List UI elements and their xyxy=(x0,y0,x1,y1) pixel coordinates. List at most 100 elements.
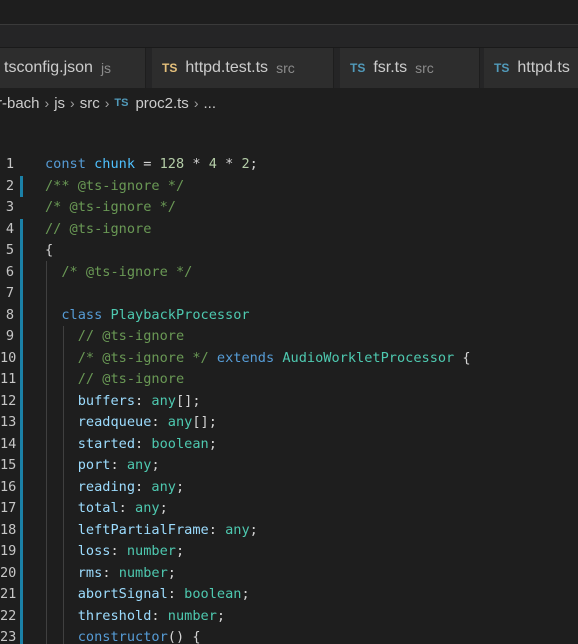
modified-line-indicator[interactable] xyxy=(20,433,23,455)
modified-line-indicator[interactable] xyxy=(20,476,23,498)
title-strip xyxy=(0,25,578,48)
line-number: 12 xyxy=(0,392,17,409)
editor-tab-bar: tsconfig.json js TS httpd.test.ts src TS… xyxy=(0,48,578,88)
code-token: any xyxy=(225,521,250,538)
code-line[interactable]: 4 // @ts-ignore xyxy=(0,218,578,240)
line-number: 3 xyxy=(5,199,14,215)
code-token: : xyxy=(135,478,152,495)
code-token: : xyxy=(151,414,168,430)
code-text: // @ts-ignore xyxy=(45,326,184,348)
chevron-right-icon: › xyxy=(70,95,75,111)
code-line[interactable]: 8 class PlaybackProcessor xyxy=(0,304,578,327)
modified-line-indicator[interactable] xyxy=(20,369,23,391)
modified-line-indicator[interactable] xyxy=(20,218,23,240)
code-line[interactable]: 3 /* @ts-ignore */ xyxy=(0,197,578,219)
code-text: abortSignal: boolean; xyxy=(45,584,250,606)
modified-line-indicator[interactable] xyxy=(20,412,23,434)
modified-line-indicator[interactable] xyxy=(20,283,23,305)
modified-line-indicator[interactable] xyxy=(20,240,23,262)
code-token: : xyxy=(110,543,127,559)
code-line[interactable]: 6 /* @ts-ignore */ xyxy=(0,261,578,284)
typescript-file-icon: TS xyxy=(114,97,129,109)
code-token: PlaybackProcessor xyxy=(110,306,250,323)
line-number: 1 xyxy=(5,156,14,172)
modified-line-indicator[interactable] xyxy=(20,519,23,541)
code-token: []; xyxy=(175,392,201,409)
code-line[interactable]: 23 constructor() { xyxy=(0,627,578,644)
code-text: /* @ts-ignore */ xyxy=(45,262,192,284)
code-line[interactable]: 21 abortSignal: boolean; xyxy=(0,584,578,606)
tab-httpd-ts[interactable]: TS httpd.ts xyxy=(484,48,578,88)
line-number: 13 xyxy=(0,414,17,430)
code-line[interactable]: 2 /** @ts-ignore */ xyxy=(0,175,578,197)
breadcrumb-item-js[interactable]: js xyxy=(54,95,65,112)
breadcrumb-item-file[interactable]: proc2.ts xyxy=(135,95,188,112)
modified-line-indicator[interactable] xyxy=(20,347,23,369)
line-number: 20 xyxy=(0,564,17,581)
code-token: : xyxy=(135,392,152,409)
line-number: 16 xyxy=(0,478,17,495)
code-line[interactable]: 11 // @ts-ignore xyxy=(0,369,578,391)
code-token: any xyxy=(151,392,176,409)
modified-line-indicator[interactable] xyxy=(20,326,23,348)
modified-line-indicator[interactable] xyxy=(20,627,23,644)
line-number: 21 xyxy=(0,586,17,602)
modified-line-indicator[interactable] xyxy=(20,584,23,606)
tab-tsconfig-json[interactable]: tsconfig.json js xyxy=(0,48,146,88)
code-line[interactable]: 19 loss: number; xyxy=(0,541,578,563)
line-number: 17 xyxy=(0,500,17,516)
modified-line-indicator[interactable] xyxy=(20,175,23,197)
code-token: ; xyxy=(249,521,258,538)
code-token: abortSignal xyxy=(77,586,168,602)
breadcrumb-item-symbols[interactable]: ... xyxy=(203,95,216,112)
modified-line-indicator[interactable] xyxy=(20,261,23,283)
code-line[interactable]: 7 xyxy=(0,283,578,305)
modified-line-indicator[interactable] xyxy=(20,541,23,563)
code-token: * xyxy=(184,156,209,172)
code-editor[interactable]: 1 const chunk = 128 * 4 * 2; 2/** @ts-igno… xyxy=(0,118,578,644)
code-line[interactable]: 17 total: any; xyxy=(0,498,578,520)
code-line[interactable]: 14 started: boolean; xyxy=(0,433,578,455)
code-line[interactable]: 12 buffers: any[]; xyxy=(0,390,578,412)
code-line[interactable]: 9 // @ts-ignore xyxy=(0,326,578,348)
modified-line-indicator[interactable] xyxy=(20,390,23,412)
code-token: * xyxy=(216,156,242,172)
modified-line-indicator[interactable] xyxy=(20,498,23,520)
breadcrumb-item-folder[interactable]: r-bach xyxy=(0,95,40,112)
modified-line-indicator[interactable] xyxy=(20,455,23,477)
code-line[interactable]: 10 /* @ts-ignore */ extends AudioWorklet… xyxy=(0,347,578,369)
code-line[interactable]: 5{ xyxy=(0,240,578,262)
breadcrumb-item-src[interactable]: src xyxy=(80,95,100,112)
line-number: 22 xyxy=(0,607,17,624)
code-token: []; xyxy=(192,414,217,430)
code-line[interactable]: 18 leftPartialFrame: any; xyxy=(0,519,578,541)
code-line[interactable]: 20 rms: number; xyxy=(0,562,578,584)
line-number: 15 xyxy=(0,457,17,473)
code-line[interactable]: 1 const chunk = 128 * 4 * 2; xyxy=(0,154,578,176)
tab-description: src xyxy=(276,60,295,76)
code-line[interactable]: 16 reading: any; xyxy=(0,476,578,499)
code-line[interactable]: 15 port: any; xyxy=(0,455,578,477)
code-line[interactable]: 22 threshold: number; xyxy=(0,605,578,627)
typescript-file-icon: TS xyxy=(494,61,510,75)
line-number: 2 xyxy=(5,177,14,194)
tab-httpd-test-ts[interactable]: TS httpd.test.ts src xyxy=(152,48,334,88)
code-token: rms xyxy=(77,564,103,581)
code-token: AudioWorkletProcessor xyxy=(282,349,455,366)
code-text: reading: any; xyxy=(45,477,184,499)
modified-line-indicator[interactable] xyxy=(20,562,23,584)
code-token: any xyxy=(167,414,193,430)
code-token: readqueue xyxy=(77,414,152,430)
tab-fsr-ts[interactable]: TS fsr.ts src xyxy=(340,48,480,88)
modified-line-indicator[interactable] xyxy=(20,304,23,326)
code-line[interactable]: 13 readqueue: any[]; xyxy=(0,412,578,434)
code-text: class PlaybackProcessor xyxy=(45,305,250,327)
code-token: threshold xyxy=(77,607,152,624)
modified-line-indicator[interactable] xyxy=(20,605,23,627)
code-token: 128 xyxy=(159,156,185,172)
